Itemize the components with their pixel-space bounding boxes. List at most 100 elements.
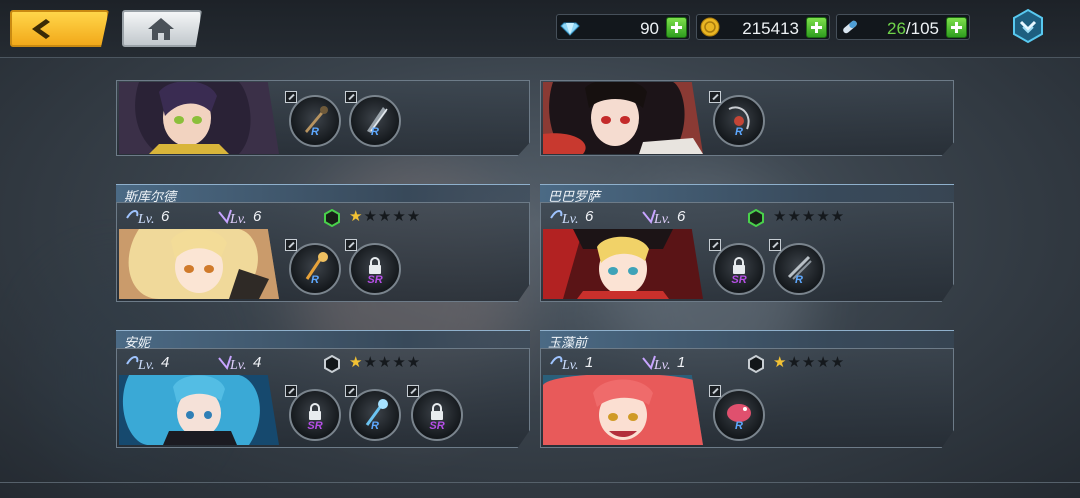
- equipment-slot-locked[interactable]: SR: [709, 239, 765, 295]
- edit-icon[interactable]: [285, 385, 297, 397]
- rank-sr-icon: SR: [731, 274, 747, 286]
- add-stamina-button[interactable]: [946, 17, 967, 38]
- equipment-slot[interactable]: R: [769, 239, 825, 295]
- rank-sr-icon: SR: [307, 420, 323, 432]
- awaken-level-value: 4: [253, 354, 262, 371]
- edit-icon[interactable]: [709, 239, 721, 251]
- equipment-slot-locked[interactable]: SR: [407, 385, 463, 441]
- equipment-slot[interactable]: R: [709, 385, 765, 441]
- hero-card[interactable]: 斯库尔德 Lv. 6 Lv. 6 ★★★★★ R SR: [116, 184, 530, 302]
- awaken-level-indicator: Lv. 4: [217, 354, 261, 372]
- back-button[interactable]: [10, 10, 109, 47]
- equipment-slot[interactable]: R: [285, 239, 341, 295]
- level-icon: Lv.: [125, 208, 159, 226]
- hero-card[interactable]: 巴巴罗萨 Lv. 6 Lv. 6 ★★★★★ SR R: [540, 184, 954, 302]
- hero-card[interactable]: R: [540, 80, 954, 156]
- hero-card-panel: R R: [116, 80, 530, 156]
- rank-r-icon: R: [371, 420, 379, 432]
- hero-name-bar: 安妮: [116, 330, 530, 350]
- home-icon: [148, 18, 174, 40]
- hero-card[interactable]: 安妮 Lv. 4 Lv. 4 ★★★★★ SR R SR: [116, 330, 530, 448]
- hero-card[interactable]: 玉藻前 Lv. 1 Lv. 1 ★★★★★ R: [540, 330, 954, 448]
- edit-icon[interactable]: [345, 91, 357, 103]
- rank-r-icon: R: [735, 126, 743, 138]
- lock-icon: [309, 403, 321, 420]
- stamina-max: /105: [905, 19, 939, 38]
- add-gems-button[interactable]: [666, 17, 687, 38]
- edit-icon[interactable]: [345, 239, 357, 251]
- hero-name-bar: 斯库尔德: [116, 184, 530, 204]
- equipment-slot-locked[interactable]: SR: [345, 239, 401, 295]
- star-rating: ★★★★★: [773, 208, 846, 225]
- hexagon-icon: [324, 355, 340, 373]
- hero-card-panel: Lv. 6 Lv. 6 ★★★★★ SR R: [540, 202, 954, 302]
- equipment-slot[interactable]: R: [345, 385, 401, 441]
- edit-icon[interactable]: [345, 385, 357, 397]
- capsule-icon: [843, 20, 857, 34]
- rank-sr-icon: SR: [429, 420, 445, 432]
- equipment-slot[interactable]: R: [285, 91, 341, 147]
- lock-icon: [431, 403, 443, 420]
- rank-sr-icon: SR: [367, 274, 383, 286]
- level-value: 4: [161, 354, 170, 371]
- stamina-counter: 26/105: [836, 14, 970, 40]
- hero-name-bar: 玉藻前: [540, 330, 954, 350]
- hero-portrait[interactable]: [543, 229, 703, 299]
- hero-portrait[interactable]: [119, 229, 279, 299]
- awaken-level-value: 6: [677, 208, 686, 225]
- awaken-level-indicator: Lv. 6: [641, 208, 685, 226]
- level-indicator: Lv. 4: [125, 354, 169, 372]
- svg-text:Lv.: Lv.: [561, 358, 578, 372]
- edit-icon[interactable]: [285, 239, 297, 251]
- level-value: 6: [585, 208, 594, 225]
- hero-portrait[interactable]: [543, 375, 703, 445]
- gold-value: 215413: [742, 19, 799, 38]
- awaken-level-indicator: Lv. 6: [217, 208, 261, 226]
- gems-value: 90: [640, 19, 659, 38]
- level-indicator: Lv. 1: [549, 354, 593, 372]
- awaken-level-icon: Lv.: [217, 354, 251, 372]
- level-indicator: Lv. 6: [125, 208, 169, 226]
- level-icon: Lv.: [549, 354, 583, 372]
- stamina-value: 26/105: [887, 19, 939, 39]
- level-value: 1: [585, 354, 594, 371]
- chevron-left-icon: [32, 19, 50, 39]
- rank-r-icon: R: [311, 126, 319, 138]
- hero-portrait[interactable]: [119, 82, 279, 154]
- star-rating: ★★★★★: [773, 354, 846, 371]
- edit-icon[interactable]: [769, 239, 781, 251]
- awaken-level-value: 6: [253, 208, 262, 225]
- awaken-level-icon: Lv.: [217, 208, 251, 226]
- hexagon-icon: [748, 209, 764, 227]
- hero-card-panel: Lv. 1 Lv. 1 ★★★★★ R: [540, 348, 954, 448]
- level-value: 6: [161, 208, 170, 225]
- svg-text:Lv.: Lv.: [229, 358, 246, 372]
- edit-icon[interactable]: [407, 385, 419, 397]
- rank-r-icon: R: [735, 420, 743, 432]
- coin-icon: [700, 17, 720, 37]
- svg-text:Lv.: Lv.: [653, 358, 670, 372]
- hero-card-panel: Lv. 4 Lv. 4 ★★★★★ SR R SR: [116, 348, 530, 448]
- edit-icon[interactable]: [709, 385, 721, 397]
- stamina-current: 26: [886, 19, 906, 38]
- expand-menu-button[interactable]: [1010, 8, 1046, 44]
- gems-counter: 90: [556, 14, 690, 40]
- star-rating: ★★★★★: [349, 208, 422, 225]
- equipment-slot-locked[interactable]: SR: [285, 385, 341, 441]
- svg-text:Lv.: Lv.: [229, 212, 246, 226]
- lock-icon: [369, 257, 381, 274]
- hero-portrait[interactable]: [119, 375, 279, 445]
- edit-icon[interactable]: [709, 91, 721, 103]
- lock-icon: [733, 257, 745, 274]
- hero-portrait[interactable]: [543, 82, 703, 154]
- hero-card[interactable]: R R: [116, 80, 530, 156]
- add-gold-button[interactable]: [806, 17, 827, 38]
- rank-r-icon: R: [371, 126, 379, 138]
- level-icon: Lv.: [125, 354, 159, 372]
- equipment-slot[interactable]: R: [709, 91, 765, 147]
- home-button[interactable]: [122, 10, 202, 47]
- hexagon-icon: [324, 209, 340, 227]
- equipment-slot[interactable]: R: [345, 91, 401, 147]
- edit-icon[interactable]: [285, 91, 297, 103]
- level-indicator: Lv. 6: [549, 208, 593, 226]
